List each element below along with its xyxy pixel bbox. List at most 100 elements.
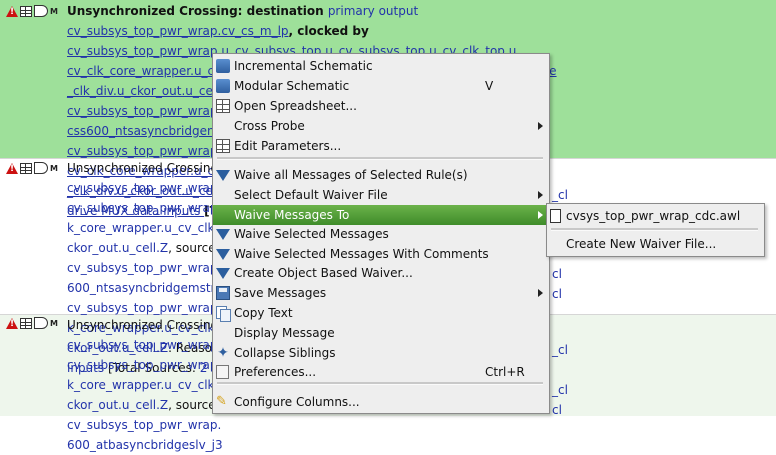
message-line: cv_subsys_top_pwr_wrap. bbox=[67, 258, 225, 278]
object-link[interactable]: _clk_div.u_ckor_out.u_ce bbox=[67, 84, 213, 98]
menu-item-waive-selected-messages[interactable]: Waive Selected Messages bbox=[213, 224, 549, 244]
configure-columns-icon: ✎ bbox=[216, 394, 227, 409]
schematic-gate-icon[interactable] bbox=[34, 162, 48, 174]
spreadsheet-icon[interactable] bbox=[20, 162, 32, 174]
message-line: cv_subsys_top_pwr_wrap. bbox=[67, 415, 224, 435]
menu-item-label: Display Message bbox=[234, 326, 335, 340]
object-link[interactable]: cv_subsys_top_pwr_wrap bbox=[67, 144, 218, 158]
menu-shortcut: Ctrl+R bbox=[485, 365, 525, 379]
object-name-fragment[interactable]: cl bbox=[552, 267, 562, 281]
menu-item-create-object-based-waiver[interactable]: Create Object Based Waiver... bbox=[213, 263, 549, 283]
menu-item-collapse-siblings[interactable]: ✦ Collapse Siblings bbox=[213, 343, 549, 363]
copy-icon bbox=[216, 306, 231, 322]
modular-m-icon[interactable]: M bbox=[50, 319, 58, 328]
message-line: k_core_wrapper.u_cv_clk_ bbox=[67, 375, 224, 395]
menu-item-display-message[interactable]: Display Message bbox=[213, 323, 549, 343]
menu-item-label: Edit Parameters... bbox=[234, 139, 342, 153]
message-line: cv_subsys_top_pwr_wrap. bbox=[67, 335, 224, 355]
object-name[interactable]: cv_subsys_top_pwr_wrap. bbox=[67, 181, 221, 195]
object-name[interactable]: cv_subsys_top_pwr_wrap. bbox=[67, 418, 221, 432]
message-text-segment: Unsynchronized Crossing: bbox=[67, 318, 223, 332]
object-name[interactable]: cv_subsys_top_pwr_wrap. bbox=[67, 201, 221, 215]
spreadsheet-icon[interactable] bbox=[20, 5, 32, 17]
context-menu: Incremental Schematic Modular Schematic V O… bbox=[212, 53, 550, 414]
menu-item-copy-text[interactable]: Copy Text bbox=[213, 303, 549, 323]
waive-messages-to-submenu: cvsys_top_pwr_wrap_cdc.awl Create New Wai… bbox=[546, 203, 765, 257]
object-name[interactable]: ckor_out.u_cell.Z bbox=[67, 398, 168, 412]
funnel-icon bbox=[216, 249, 230, 260]
menu-item-cross-probe[interactable]: Cross Probe bbox=[213, 116, 549, 136]
warning-icon bbox=[6, 162, 18, 174]
preferences-icon bbox=[216, 365, 229, 379]
menu-item-select-default-waiver-file[interactable]: Select Default Waiver File bbox=[213, 185, 549, 205]
menu-item-label: Waive Selected Messages bbox=[234, 227, 389, 241]
menu-separator bbox=[217, 382, 543, 385]
object-name-fragment[interactable]: _cl bbox=[552, 188, 568, 202]
object-name[interactable]: cv_subsys_top_pwr_wrap. bbox=[67, 301, 221, 315]
object-link[interactable]: css600_ntsasyncbridgen bbox=[67, 124, 215, 138]
message-text: Unsynchronized Crossing: cv_subsys_top_pw… bbox=[67, 315, 224, 455]
document-icon bbox=[550, 209, 561, 223]
object-name[interactable]: ckor_out.u_cell.Z bbox=[67, 241, 168, 255]
menu-item-configure-columns[interactable]: ✎ Configure Columns... bbox=[213, 392, 549, 412]
modular-m-icon[interactable]: M bbox=[50, 164, 58, 173]
incremental-schematic-icon bbox=[216, 59, 230, 73]
menu-separator bbox=[217, 157, 543, 160]
menu-item-incremental-schematic[interactable]: Incremental Schematic bbox=[213, 56, 549, 76]
funnel-icon bbox=[216, 170, 230, 181]
menu-item-preferences[interactable]: Preferences... Ctrl+R bbox=[213, 362, 549, 382]
funnel-icon bbox=[216, 229, 230, 240]
object-link[interactable]: cv_subsys_top_pwr_wrap.cv_cs_m_lp bbox=[67, 24, 289, 38]
object-name[interactable]: 600_atbasyncbridgeslv_j3 bbox=[67, 438, 223, 452]
menu-item-edit-parameters[interactable]: Edit Parameters... bbox=[213, 136, 549, 156]
message-line: 600_ntsasyncbridgemstr_ bbox=[67, 278, 225, 298]
schematic-gate-icon[interactable] bbox=[34, 317, 48, 329]
submenu-arrow-icon bbox=[538, 289, 543, 297]
warning-icon bbox=[6, 317, 18, 329]
save-icon bbox=[216, 286, 230, 300]
submenu-arrow-icon bbox=[538, 122, 543, 130]
object-name[interactable]: cv_subsys_top_pwr_wrap. bbox=[67, 261, 221, 275]
warning-icon bbox=[6, 5, 18, 17]
object-link[interactable]: cv_subsys_top_pwr_wrap bbox=[67, 104, 218, 118]
waiver-file-item[interactable]: cvsys_top_pwr_wrap_cdc.awl bbox=[547, 206, 764, 226]
object-name[interactable]: cv_subsys_top_pwr_wrap. bbox=[67, 358, 221, 372]
object-name[interactable]: 600_ntsasyncbridgemstr_ bbox=[67, 281, 221, 295]
menu-item-label: Incremental Schematic bbox=[234, 59, 373, 73]
object-name-fragment[interactable]: cl bbox=[552, 287, 562, 301]
menu-item-label: Preferences... bbox=[234, 365, 317, 379]
menu-item-waive-messages-to[interactable]: Waive Messages To bbox=[213, 205, 549, 225]
object-name[interactable]: k_core_wrapper.u_cv_clk_ bbox=[67, 221, 221, 235]
create-new-waiver-file-item[interactable]: Create New Waiver File... bbox=[547, 234, 764, 254]
object-name-fragment[interactable]: _cl bbox=[552, 343, 568, 357]
menu-item-label: Create Object Based Waiver... bbox=[234, 266, 413, 280]
message-line: cv_subsys_top_pwr_wrap. bbox=[67, 355, 224, 375]
message-line: cv_subsys_top_pwr_wrap. bbox=[67, 178, 225, 198]
message-line: Unsynchronized Crossing: bbox=[67, 158, 225, 178]
menu-item-label: Cross Probe bbox=[234, 119, 305, 133]
message-line: 600_atbasyncbridgeslv_j3 bbox=[67, 435, 224, 455]
object-name[interactable]: primary output bbox=[328, 4, 418, 18]
message-text-segment: , clocked by bbox=[288, 24, 369, 38]
menu-item-label: Configure Columns... bbox=[234, 395, 360, 409]
message-line: k_core_wrapper.u_cv_clk_ bbox=[67, 218, 225, 238]
spreadsheet-icon bbox=[216, 99, 230, 113]
object-name[interactable]: cv_subsys_top_pwr_wrap. bbox=[67, 338, 221, 352]
message-line: Unsynchronized Crossing: bbox=[67, 315, 224, 335]
object-name-fragment[interactable]: _cl bbox=[552, 383, 568, 397]
menu-item-waive-all-messages-of-selected-rule-s[interactable]: Waive all Messages of Selected Rule(s) bbox=[213, 165, 549, 185]
submenu-item-label: Create New Waiver File... bbox=[566, 237, 717, 251]
spreadsheet-icon[interactable] bbox=[20, 317, 32, 329]
message-text-segment: Unsynchronized Crossing: bbox=[67, 161, 223, 175]
row-icons: M bbox=[6, 4, 58, 18]
schematic-gate-icon[interactable] bbox=[34, 5, 48, 17]
menu-item-save-messages[interactable]: Save Messages bbox=[213, 283, 549, 303]
submenu-item-label: cvsys_top_pwr_wrap_cdc.awl bbox=[566, 209, 741, 223]
menu-item-waive-selected-messages-with-comments[interactable]: Waive Selected Messages With Comments bbox=[213, 244, 549, 264]
modular-m-icon[interactable]: M bbox=[50, 7, 58, 16]
menu-item-label: Waive Selected Messages With Comments bbox=[234, 247, 489, 261]
menu-item-open-spreadsheet[interactable]: Open Spreadsheet... bbox=[213, 96, 549, 116]
object-name[interactable]: k_core_wrapper.u_cv_clk_ bbox=[67, 378, 221, 392]
object-name-fragment[interactable]: cl bbox=[552, 403, 562, 417]
menu-item-modular-schematic[interactable]: Modular Schematic V bbox=[213, 76, 549, 96]
